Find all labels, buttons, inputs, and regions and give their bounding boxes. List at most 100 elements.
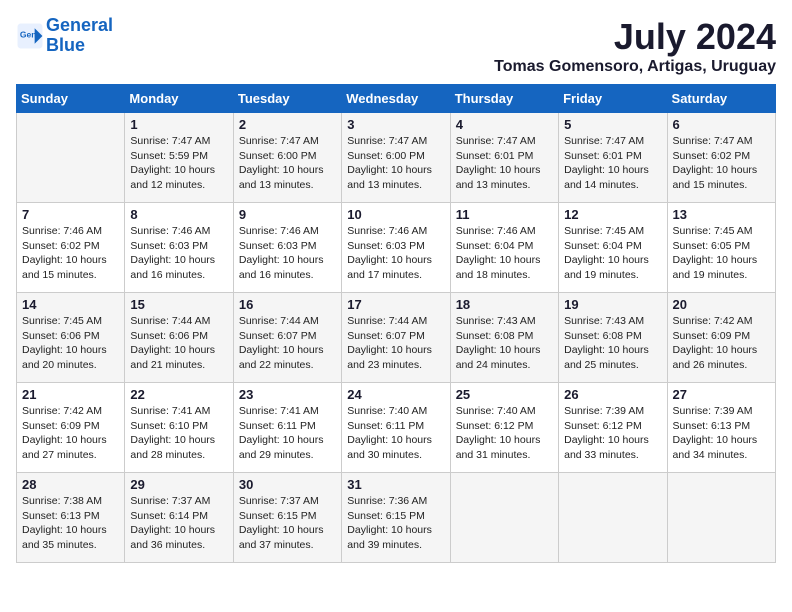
sunrise-text: Sunrise: 7:41 AM	[130, 404, 227, 419]
daylight-text: Daylight: 10 hours and 15 minutes.	[673, 163, 770, 192]
calendar-cell: 24Sunrise: 7:40 AMSunset: 6:11 PMDayligh…	[342, 383, 450, 473]
location: Tomas Gomensoro, Artigas, Uruguay	[494, 58, 776, 76]
calendar-cell: 19 Sunrise: 7:43 AMSunset: 6:08 PMDayligh…	[559, 293, 667, 383]
day-info: Sunrise: 7:45 AMSunset: 6:04 PMDaylight:…	[564, 224, 661, 283]
daylight-text: Daylight: 10 hours and 17 minutes.	[347, 253, 444, 282]
day-number: 28	[22, 477, 119, 492]
day-info: Sunrise: 7:47 AMSunset: 6:01 PMDaylight:…	[456, 134, 553, 193]
sunset-text: Sunset: 5:59 PM	[130, 149, 227, 164]
logo-text-line2: Blue	[46, 36, 113, 56]
day-info: Sunrise: 7:37 AMSunset: 6:15 PMDaylight:…	[239, 494, 336, 553]
daylight-text: Daylight: 10 hours and 29 minutes.	[239, 433, 336, 462]
day-number: 17	[347, 297, 444, 312]
sunset-text: Sunset: 6:13 PM	[673, 419, 770, 434]
day-number: 11	[456, 207, 553, 222]
day-number: 7	[22, 207, 119, 222]
logo-text-line1: General	[46, 16, 113, 36]
sunset-text: Sunset: 6:09 PM	[22, 419, 119, 434]
sunset-text: Sunset: 6:04 PM	[564, 239, 661, 254]
calendar-cell: 22Sunrise: 7:41 AMSunset: 6:10 PMDayligh…	[125, 383, 233, 473]
day-number: 29	[130, 477, 227, 492]
sunset-text: Sunset: 6:07 PM	[239, 329, 336, 344]
day-number: 31	[347, 477, 444, 492]
calendar-cell: 10 Sunrise: 7:46 AMSunset: 6:03 PMDayligh…	[342, 203, 450, 293]
day-number: 13	[673, 207, 770, 222]
sunset-text: Sunset: 6:01 PM	[564, 149, 661, 164]
sunrise-text: Sunrise: 7:45 AM	[22, 314, 119, 329]
day-number: 30	[239, 477, 336, 492]
sunrise-text: Sunrise: 7:46 AM	[456, 224, 553, 239]
daylight-text: Daylight: 10 hours and 16 minutes.	[130, 253, 227, 282]
sunrise-text: Sunrise: 7:39 AM	[673, 404, 770, 419]
day-number: 18	[456, 297, 553, 312]
day-info: Sunrise: 7:41 AMSunset: 6:10 PMDaylight:…	[130, 404, 227, 463]
day-info: Sunrise: 7:45 AMSunset: 6:06 PMDaylight:…	[22, 314, 119, 373]
day-number: 1	[130, 117, 227, 132]
sunset-text: Sunset: 6:00 PM	[347, 149, 444, 164]
logo: Gen General Blue	[16, 16, 113, 56]
sunrise-text: Sunrise: 7:36 AM	[347, 494, 444, 509]
calendar-cell	[559, 473, 667, 563]
day-number: 23	[239, 387, 336, 402]
calendar-cell: 4Sunrise: 7:47 AMSunset: 6:01 PMDaylight…	[450, 113, 558, 203]
calendar-cell: 12Sunrise: 7:45 AMSunset: 6:04 PMDayligh…	[559, 203, 667, 293]
day-info: Sunrise: 7:43 AMSunset: 6:08 PMDaylight:…	[456, 314, 553, 373]
calendar-cell: 15 Sunrise: 7:44 AMSunset: 6:06 PMDayligh…	[125, 293, 233, 383]
sunrise-text: Sunrise: 7:46 AM	[239, 224, 336, 239]
sunset-text: Sunset: 6:00 PM	[239, 149, 336, 164]
calendar-cell: 31 Sunrise: 7:36 AMSunset: 6:15 PMDayligh…	[342, 473, 450, 563]
day-info: Sunrise: 7:39 AMSunset: 6:13 PMDaylight:…	[673, 404, 770, 463]
daylight-text: Daylight: 10 hours and 15 minutes.	[22, 253, 119, 282]
sunrise-text: Sunrise: 7:42 AM	[673, 314, 770, 329]
title-section: July 2024 Tomas Gomensoro, Artigas, Urug…	[494, 16, 776, 76]
day-info: Sunrise: 7:46 AMSunset: 6:03 PMDaylight:…	[347, 224, 444, 283]
calendar-cell: 18 Sunrise: 7:43 AMSunset: 6:08 PMDayligh…	[450, 293, 558, 383]
calendar-cell: 11Sunrise: 7:46 AMSunset: 6:04 PMDayligh…	[450, 203, 558, 293]
day-header-monday: Monday	[125, 85, 233, 113]
sunset-text: Sunset: 6:09 PM	[673, 329, 770, 344]
daylight-text: Daylight: 10 hours and 21 minutes.	[130, 343, 227, 372]
daylight-text: Daylight: 10 hours and 27 minutes.	[22, 433, 119, 462]
daylight-text: Daylight: 10 hours and 14 minutes.	[564, 163, 661, 192]
days-header-row: SundayMondayTuesdayWednesdayThursdayFrid…	[17, 85, 776, 113]
sunset-text: Sunset: 6:11 PM	[239, 419, 336, 434]
day-info: Sunrise: 7:45 AMSunset: 6:05 PMDaylight:…	[673, 224, 770, 283]
day-info: Sunrise: 7:47 AMSunset: 6:00 PMDaylight:…	[239, 134, 336, 193]
calendar-cell: 21Sunrise: 7:42 AMSunset: 6:09 PMDayligh…	[17, 383, 125, 473]
calendar-cell: 7Sunrise: 7:46 AMSunset: 6:02 PMDaylight…	[17, 203, 125, 293]
day-info: Sunrise: 7:36 AMSunset: 6:15 PMDaylight:…	[347, 494, 444, 553]
daylight-text: Daylight: 10 hours and 33 minutes.	[564, 433, 661, 462]
calendar-cell: 14Sunrise: 7:45 AMSunset: 6:06 PMDayligh…	[17, 293, 125, 383]
calendar-cell	[667, 473, 775, 563]
day-header-friday: Friday	[559, 85, 667, 113]
calendar-cell: 16Sunrise: 7:44 AMSunset: 6:07 PMDayligh…	[233, 293, 341, 383]
day-number: 8	[130, 207, 227, 222]
sunrise-text: Sunrise: 7:43 AM	[456, 314, 553, 329]
daylight-text: Daylight: 10 hours and 39 minutes.	[347, 523, 444, 552]
calendar-cell: 26 Sunrise: 7:39 AMSunset: 6:12 PMDayligh…	[559, 383, 667, 473]
day-number: 19	[564, 297, 661, 312]
sunrise-text: Sunrise: 7:47 AM	[564, 134, 661, 149]
calendar-cell: 30 Sunrise: 7:37 AMSunset: 6:15 PMDayligh…	[233, 473, 341, 563]
day-info: Sunrise: 7:46 AMSunset: 6:03 PMDaylight:…	[239, 224, 336, 283]
day-number: 15	[130, 297, 227, 312]
sunset-text: Sunset: 6:02 PM	[673, 149, 770, 164]
calendar-cell: 2Sunrise: 7:47 AMSunset: 6:00 PMDaylight…	[233, 113, 341, 203]
calendar-cell: 25Sunrise: 7:40 AMSunset: 6:12 PMDayligh…	[450, 383, 558, 473]
calendar-cell: 23Sunrise: 7:41 AMSunset: 6:11 PMDayligh…	[233, 383, 341, 473]
day-info: Sunrise: 7:42 AMSunset: 6:09 PMDaylight:…	[22, 404, 119, 463]
day-number: 20	[673, 297, 770, 312]
day-info: Sunrise: 7:39 AMSunset: 6:12 PMDaylight:…	[564, 404, 661, 463]
daylight-text: Daylight: 10 hours and 37 minutes.	[239, 523, 336, 552]
daylight-text: Daylight: 10 hours and 16 minutes.	[239, 253, 336, 282]
day-info: Sunrise: 7:43 AMSunset: 6:08 PMDaylight:…	[564, 314, 661, 373]
sunset-text: Sunset: 6:10 PM	[130, 419, 227, 434]
day-info: Sunrise: 7:44 AMSunset: 6:06 PMDaylight:…	[130, 314, 227, 373]
sunrise-text: Sunrise: 7:39 AM	[564, 404, 661, 419]
calendar-cell: 20Sunrise: 7:42 AMSunset: 6:09 PMDayligh…	[667, 293, 775, 383]
day-number: 26	[564, 387, 661, 402]
day-header-sunday: Sunday	[17, 85, 125, 113]
calendar-cell: 9Sunrise: 7:46 AMSunset: 6:03 PMDaylight…	[233, 203, 341, 293]
day-number: 10	[347, 207, 444, 222]
daylight-text: Daylight: 10 hours and 13 minutes.	[347, 163, 444, 192]
